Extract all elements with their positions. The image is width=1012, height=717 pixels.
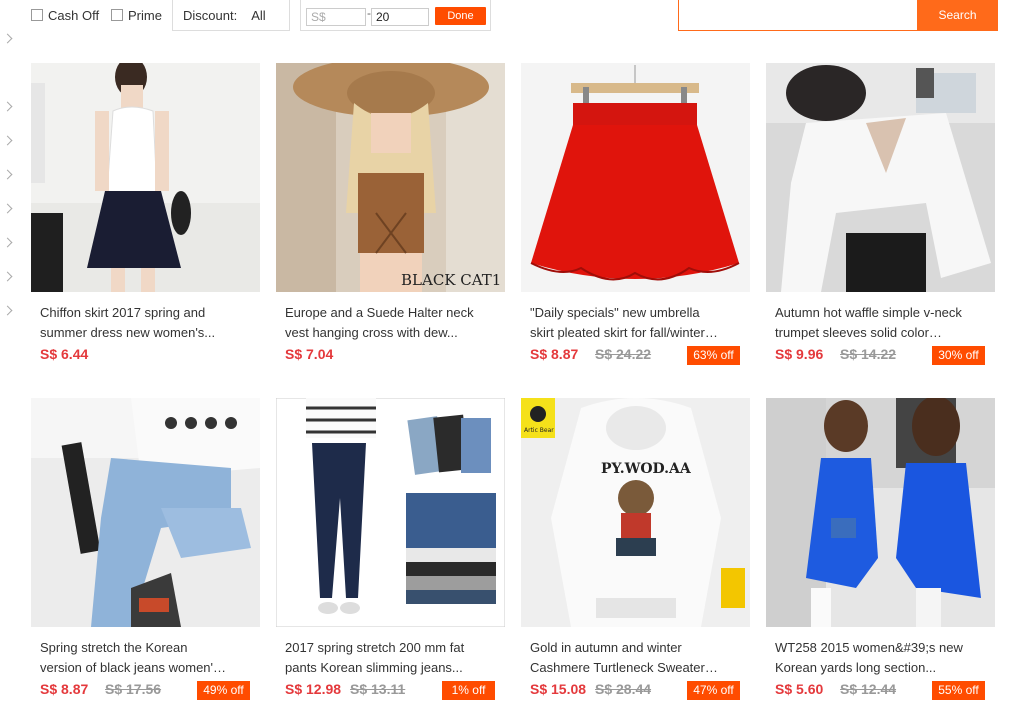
product-image[interactable]: BLACK CAT1 bbox=[276, 63, 505, 292]
product-title[interactable]: WT258 2015 women&#39;s new Korean yards … bbox=[775, 638, 965, 678]
product-image[interactable] bbox=[276, 398, 505, 627]
discount-badge: 1% off bbox=[442, 681, 495, 700]
product-image[interactable] bbox=[766, 398, 995, 627]
product-price: S$ 15.08 bbox=[530, 681, 587, 697]
product-title[interactable]: 2017 spring stretch 200 mm fat pants Kor… bbox=[285, 638, 475, 678]
product-card[interactable]: Autumn hot waffle simple v-neck trumpet … bbox=[766, 63, 995, 373]
chevron-right-icon[interactable] bbox=[2, 169, 13, 180]
product-card[interactable]: WT258 2015 women&#39;s new Korean yards … bbox=[766, 398, 995, 708]
product-price: S$ 6.44 bbox=[40, 346, 89, 362]
product-card[interactable]: Chiffon skirt 2017 spring and summer dre… bbox=[31, 63, 260, 373]
product-price: S$ 12.98 bbox=[285, 681, 342, 697]
discount-label: Discount: bbox=[183, 7, 238, 23]
product-card[interactable]: 2017 spring stretch 200 mm fat pants Kor… bbox=[276, 398, 505, 708]
product-title[interactable]: Europe and a Suede Halter neck vest hang… bbox=[285, 303, 475, 343]
chevron-right-icon[interactable] bbox=[2, 305, 13, 316]
product-title[interactable]: Gold in autumn and winter Cashmere Turtl… bbox=[530, 638, 720, 678]
product-title[interactable]: "Daily specials" new umbrella skirt plea… bbox=[530, 303, 720, 343]
product-original-price: S$ 24.22 bbox=[595, 346, 652, 362]
product-image[interactable] bbox=[766, 63, 995, 292]
chevron-right-icon[interactable] bbox=[2, 135, 13, 146]
checkbox-box[interactable] bbox=[111, 9, 123, 21]
product-title[interactable]: Autumn hot waffle simple v-neck trumpet … bbox=[775, 303, 965, 343]
cash-off-label: Cash Off bbox=[48, 7, 100, 23]
chevron-right-icon[interactable] bbox=[2, 237, 13, 248]
price-min-input[interactable]: S$ bbox=[306, 8, 366, 26]
search-input[interactable] bbox=[678, 0, 918, 31]
product-card[interactable]: "Daily specials" new umbrella skirt plea… bbox=[521, 63, 750, 373]
discount-badge: 47% off bbox=[687, 681, 740, 700]
chevron-right-icon[interactable] bbox=[2, 33, 13, 44]
cash-off-checkbox[interactable]: Cash Off bbox=[31, 6, 99, 24]
product-card[interactable]: Artic Bear PY.WOD.AA Gold in autumn and … bbox=[521, 398, 750, 708]
product-card[interactable]: BLACK CAT1 Europe and a Suede Halter nec… bbox=[276, 63, 505, 373]
product-price: S$ 8.87 bbox=[40, 681, 89, 697]
product-image[interactable] bbox=[521, 63, 750, 292]
done-button[interactable]: Done bbox=[435, 7, 486, 25]
chevron-right-icon[interactable] bbox=[2, 203, 13, 214]
product-image[interactable] bbox=[31, 63, 260, 292]
product-image[interactable] bbox=[31, 398, 260, 627]
product-original-price: S$ 14.22 bbox=[840, 346, 897, 362]
product-price: S$ 8.87 bbox=[530, 346, 579, 362]
price-max-input[interactable]: 20 bbox=[371, 8, 429, 26]
discount-value[interactable]: All bbox=[251, 8, 265, 23]
prime-checkbox[interactable]: Prime bbox=[111, 6, 162, 24]
product-price: S$ 5.60 bbox=[775, 681, 824, 697]
product-original-price: S$ 28.44 bbox=[595, 681, 652, 697]
product-original-price: S$ 17.56 bbox=[105, 681, 162, 697]
search-button[interactable]: Search bbox=[917, 0, 998, 31]
discount-badge: 55% off bbox=[932, 681, 985, 700]
hoodie-print-text: PY.WOD.AA bbox=[601, 461, 692, 477]
discount-badge: 30% off bbox=[932, 346, 985, 365]
product-price: S$ 7.04 bbox=[285, 346, 334, 362]
product-title[interactable]: Spring stretch the Korean version of bla… bbox=[40, 638, 230, 678]
product-image[interactable]: Artic Bear PY.WOD.AA bbox=[521, 398, 750, 627]
product-title[interactable]: Chiffon skirt 2017 spring and summer dre… bbox=[40, 303, 230, 343]
discount-dropdown[interactable]: Discount: All bbox=[172, 0, 290, 31]
filter-bar: Cash Off Prime Discount: All S$ - 20 Don… bbox=[0, 0, 1012, 34]
product-original-price: S$ 13.11 bbox=[350, 681, 406, 697]
chevron-right-icon[interactable] bbox=[2, 101, 13, 112]
halter-watermark: BLACK CAT1 bbox=[401, 271, 501, 289]
discount-badge: 49% off bbox=[197, 681, 250, 700]
prime-label: Prime bbox=[128, 7, 162, 23]
checkbox-box[interactable] bbox=[31, 9, 43, 21]
product-price: S$ 9.96 bbox=[775, 346, 824, 362]
chevron-right-icon[interactable] bbox=[2, 271, 13, 282]
discount-badge: 63% off bbox=[687, 346, 740, 365]
product-card[interactable]: Spring stretch the Korean version of bla… bbox=[31, 398, 260, 708]
hoodie-tag-text: Artic Bear bbox=[524, 427, 554, 434]
price-range: S$ - 20 Done bbox=[300, 0, 491, 31]
product-original-price: S$ 12.44 bbox=[840, 681, 897, 697]
